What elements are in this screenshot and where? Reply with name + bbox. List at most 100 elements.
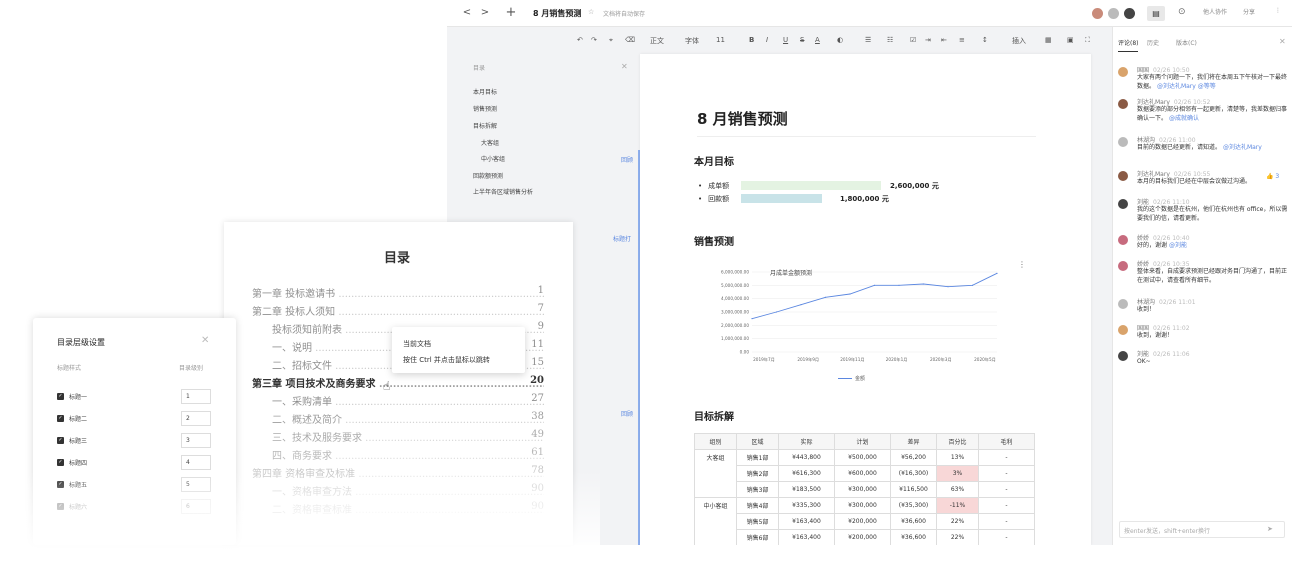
table-cell[interactable] [694,481,737,498]
level-input[interactable]: 2 [181,411,211,426]
toc-entry[interactable]: 第一章 投标邀请书 ..............................… [252,285,544,300]
data-point[interactable] [971,284,974,286]
table-cell[interactable]: - [978,449,1035,466]
table-cell[interactable]: 销售5部 [736,513,779,530]
table-cell[interactable]: 大客组 [694,449,737,466]
outdent-icon[interactable]: ⇤ [941,36,947,44]
table-cell[interactable]: 销售2部 [736,465,779,482]
data-point[interactable] [800,304,802,306]
toc-entry[interactable]: 第二章 投标人须知 ..............................… [252,303,544,318]
comment-input[interactable]: 按enter发送，shift+enter换行 [1119,521,1285,538]
bullet-list-icon[interactable]: ☷ [887,36,893,44]
level-input[interactable]: 1 [181,389,211,404]
comment-item[interactable]: 刘达礼Mary 02/26 10:55 本月的目标我们已经在中层会议做过沟通。 [1118,169,1290,195]
level-input[interactable]: 4 [181,455,211,470]
checkbox[interactable]: ✓ [57,415,64,422]
checkbox[interactable]: ✓ [57,437,64,444]
avatar[interactable] [1118,67,1128,77]
comment-item[interactable]: 林湖沟 02/26 11:01 收到！ [1118,297,1290,321]
more-icon[interactable]: ⋮ [1275,7,1281,14]
comment-item[interactable]: 林湖沟 02/26 11:00 目前的数据已经更新，请知道。 @刘达礼Mary [1118,135,1290,169]
table-cell[interactable]: 13% [936,449,979,466]
table-cell[interactable]: 63% [936,481,979,498]
line-spacing-icon[interactable]: ↕ [982,36,988,44]
comment-mention[interactable]: @刘能 [1169,242,1187,249]
table-cell[interactable] [694,529,737,545]
table-cell[interactable]: - [978,481,1035,498]
outline-item[interactable]: 上半年各区域销售分析 [473,187,533,196]
table-cell[interactable]: ¥616,300 [778,465,835,482]
checkbox[interactable]: ✓ [57,393,64,400]
table-cell[interactable]: 3% [936,465,979,482]
highlight-icon[interactable]: ◐ [837,36,843,44]
data-point[interactable] [922,283,925,285]
toc-entry[interactable]: 三、技术及服务要求 ..............................… [272,429,544,444]
table-cell[interactable] [694,513,737,530]
level-input[interactable]: 3 [181,433,211,448]
toc-entry[interactable]: 第三章 项目技术及商务要求 ..........................… [252,375,544,390]
insert-button[interactable]: 插入 [1012,36,1026,46]
table-cell[interactable]: ¥183,500 [778,481,835,498]
section-marker[interactable]: 标题打 [613,234,631,243]
data-point[interactable] [849,293,851,295]
indent-icon[interactable]: ⇥ [925,36,931,44]
underline-button[interactable]: U [783,36,788,44]
section-marker[interactable]: 回顾 [621,409,633,418]
table-cell[interactable]: ¥36,600 [890,529,937,545]
checkbox[interactable]: ✓ [57,459,64,466]
section-marker[interactable]: 回顾 [621,155,633,164]
data-point[interactable] [996,272,998,274]
avatar[interactable] [1118,99,1128,109]
table-cell[interactable]: 销售4部 [736,497,779,514]
table-cell[interactable]: - [978,465,1035,482]
outline-item[interactable]: 销售预测 [473,104,497,113]
outline-item[interactable]: 中小客组 [481,154,505,163]
close-icon[interactable]: ✕ [1279,37,1286,46]
data-point[interactable] [947,286,949,288]
comment-item[interactable]: 刘能 02/26 11:06 OK~ [1118,349,1290,373]
avatar[interactable] [1118,325,1128,335]
history-icon[interactable]: ⊙ [1178,7,1186,17]
comment-item[interactable]: 刘能 02/26 11:10 我的这个数据是在杭州，他们在杭州也有 office，所… [1118,197,1290,231]
tab-comments[interactable]: 评论(8) [1118,38,1139,47]
forward-button[interactable]: > [477,6,493,20]
avatar[interactable] [1118,235,1128,245]
table-cell[interactable]: - [978,529,1035,545]
table-cell[interactable]: ¥116,500 [890,481,937,498]
comment-item[interactable]: 国国 02/26 10:50 大家有两个问题一下，我们将在本周五下午核对一下最终数据… [1118,65,1290,97]
table-cell[interactable]: ¥600,000 [834,465,891,482]
table-cell[interactable]: - [978,497,1035,514]
table-cell[interactable]: 销售1部 [736,449,779,466]
table-cell[interactable]: 22% [936,529,979,545]
send-icon[interactable]: ➤ [1267,525,1273,533]
table-cell[interactable]: ¥443,800 [778,449,835,466]
table-icon[interactable]: ▦ [1045,36,1052,44]
table-cell[interactable]: 中小客组 [694,497,737,514]
close-icon[interactable]: ✕ [201,335,209,346]
clear-format-icon[interactable]: ⌫ [625,36,635,44]
table-cell[interactable]: ¥500,000 [834,449,891,466]
table-cell[interactable]: ¥335,300 [778,497,835,514]
doc-title[interactable]: 8 月销售预测 [533,8,581,19]
font-size-select[interactable]: 11 [716,36,725,44]
comment-item[interactable]: 娇娇 02/26 10:35 整体来看，自成要求预测已经跟对务目门沟通了，目前正在测… [1118,259,1290,295]
avatar[interactable] [1118,351,1128,361]
comment-item[interactable]: 娇娇 02/26 10:40 好的，谢谢 @刘能 [1118,233,1290,257]
table-cell[interactable] [694,465,737,482]
share-button[interactable]: 分享 [1243,7,1255,16]
undo-icon[interactable]: ↶ [577,36,583,44]
outline-item[interactable]: 回款额预测 [473,171,503,180]
comment-mention[interactable]: @刘达礼Mary @等等 [1157,83,1216,90]
avatar[interactable] [1118,199,1128,209]
outline-item[interactable]: 本月目标 [473,87,497,96]
table-cell[interactable]: (¥16,300) [890,465,937,482]
table-cell[interactable]: 22% [936,513,979,530]
data-point[interactable] [898,284,900,286]
ordered-list-icon[interactable]: ☰ [865,36,871,44]
checklist-icon[interactable]: ☑ [910,36,916,44]
comment-item[interactable]: 刘达礼Mary 02/26 10:52 数据要添的部分相邻有一起更新，清楚等，我差数… [1118,97,1290,133]
table-cell[interactable]: ¥163,400 [778,529,835,545]
italic-button[interactable]: I [766,36,768,44]
tab-history[interactable]: 历史 [1147,38,1159,47]
close-icon[interactable]: ✕ [621,62,628,71]
